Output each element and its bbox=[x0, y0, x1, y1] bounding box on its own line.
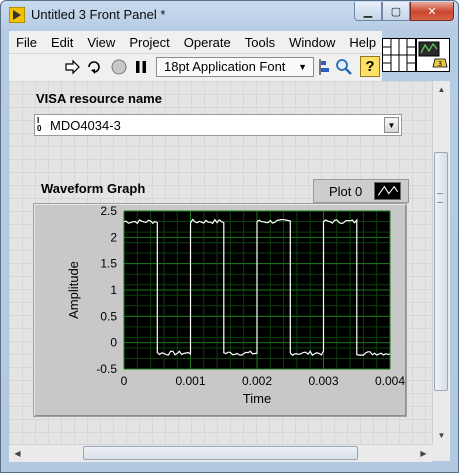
vertical-scroll-thumb[interactable] bbox=[434, 152, 448, 391]
y-tick-label: 0.5 bbox=[100, 309, 117, 323]
plot-legend[interactable]: Plot 0 bbox=[313, 179, 409, 203]
visa-label: VISA resource name bbox=[36, 91, 162, 106]
scroll-up-icon[interactable]: ▲ bbox=[433, 81, 450, 98]
graph-label: Waveform Graph bbox=[41, 181, 146, 196]
visa-dropdown-button[interactable]: ▼ bbox=[384, 117, 399, 133]
menu-window[interactable]: Window bbox=[282, 35, 342, 50]
vi-icon[interactable]: 3 bbox=[416, 38, 450, 72]
y-tick-label: 1 bbox=[110, 283, 117, 297]
svg-text:3: 3 bbox=[438, 60, 442, 68]
x-tick-label: 0.003 bbox=[308, 374, 338, 388]
abort-stop-icon[interactable] bbox=[110, 58, 128, 76]
scroll-right-icon[interactable]: ▶ bbox=[415, 445, 432, 462]
chevron-down-icon: ▼ bbox=[387, 120, 396, 130]
context-help-icon[interactable]: ? bbox=[360, 56, 380, 77]
y-tick-label: 2 bbox=[110, 230, 117, 244]
x-tick-label: 0.002 bbox=[242, 374, 272, 388]
x-tick-label: 0.001 bbox=[175, 374, 205, 388]
labview-app-icon bbox=[9, 7, 25, 23]
minimize-icon: ▁ bbox=[363, 5, 373, 18]
toolbar: 18pt Application Font ▼ ? bbox=[9, 53, 382, 81]
waveform-graph[interactable]: 0 0.001 0.002 0.003 0.004 2.5 2 1.5 1 0.5 0 -0.5 Tim… bbox=[33, 203, 407, 417]
x-tick-label: 0.004 bbox=[375, 374, 405, 388]
menu-tools[interactable]: Tools bbox=[238, 35, 282, 50]
close-icon: ✕ bbox=[427, 5, 437, 18]
scroll-down-icon[interactable]: ▼ bbox=[433, 427, 450, 444]
legend-label: Plot 0 bbox=[329, 184, 363, 199]
menu-file[interactable]: File bbox=[9, 35, 44, 50]
front-panel-canvas[interactable]: VISA resource name I 0 MDO4034-3 ▼ Wavef… bbox=[9, 81, 432, 444]
scroll-left-icon[interactable]: ◀ bbox=[9, 445, 26, 462]
connector-pane-icon[interactable] bbox=[382, 38, 416, 72]
menu-edit[interactable]: Edit bbox=[44, 35, 80, 50]
run-continuously-icon[interactable] bbox=[85, 58, 103, 76]
search-icon[interactable] bbox=[335, 58, 353, 76]
visa-resource-control[interactable]: I 0 MDO4034-3 ▼ bbox=[34, 114, 402, 136]
y-tick-label: 2.5 bbox=[100, 204, 117, 218]
window-title: Untitled 3 Front Panel * bbox=[31, 7, 166, 22]
plot-line-swatch-icon bbox=[374, 182, 401, 200]
close-button[interactable]: ✕ bbox=[410, 2, 454, 21]
y-tick-label: 1.5 bbox=[100, 257, 117, 271]
scroll-grip-icon bbox=[437, 193, 443, 203]
menu-bar: File Edit View Project Operate Tools Win… bbox=[9, 31, 382, 53]
horizontal-scroll-thumb[interactable] bbox=[83, 446, 358, 460]
title-bar[interactable]: Untitled 3 Front Panel * ▁ ▢ ✕ bbox=[1, 1, 458, 29]
menu-operate[interactable]: Operate bbox=[177, 35, 238, 50]
run-arrow-icon[interactable] bbox=[63, 58, 81, 76]
minimize-button[interactable]: ▁ bbox=[354, 2, 382, 21]
visa-glyph-bottom: 0 bbox=[37, 124, 42, 133]
x-tick-label: 0 bbox=[121, 374, 128, 388]
vertical-scrollbar[interactable]: ▲ ▼ bbox=[432, 81, 450, 444]
menu-help[interactable]: Help bbox=[342, 35, 383, 50]
pause-icon[interactable] bbox=[132, 58, 150, 76]
visa-value: MDO4034-3 bbox=[50, 118, 121, 133]
x-axis-label: Time bbox=[243, 391, 271, 406]
font-select[interactable]: 18pt Application Font ▼ bbox=[156, 57, 314, 77]
context-help-glyph: ? bbox=[365, 58, 375, 75]
chevron-down-icon: ▼ bbox=[298, 62, 307, 72]
menu-view[interactable]: View bbox=[80, 35, 122, 50]
visa-io-icon: I 0 bbox=[37, 117, 47, 133]
font-select-value: 18pt Application Font bbox=[164, 59, 286, 74]
y-axis-label: Amplitude bbox=[66, 261, 81, 319]
y-tick-label: -0.5 bbox=[96, 362, 117, 376]
scroll-corner bbox=[432, 444, 450, 461]
maximize-icon: ▢ bbox=[390, 5, 402, 18]
y-tick-label: 0 bbox=[110, 336, 117, 350]
menu-project[interactable]: Project bbox=[122, 35, 176, 50]
front-panel-window: Untitled 3 Front Panel * ▁ ▢ ✕ File Edit… bbox=[0, 0, 459, 473]
maximize-button[interactable]: ▢ bbox=[382, 2, 410, 21]
horizontal-scrollbar[interactable]: ◀ ▶ bbox=[9, 444, 432, 462]
